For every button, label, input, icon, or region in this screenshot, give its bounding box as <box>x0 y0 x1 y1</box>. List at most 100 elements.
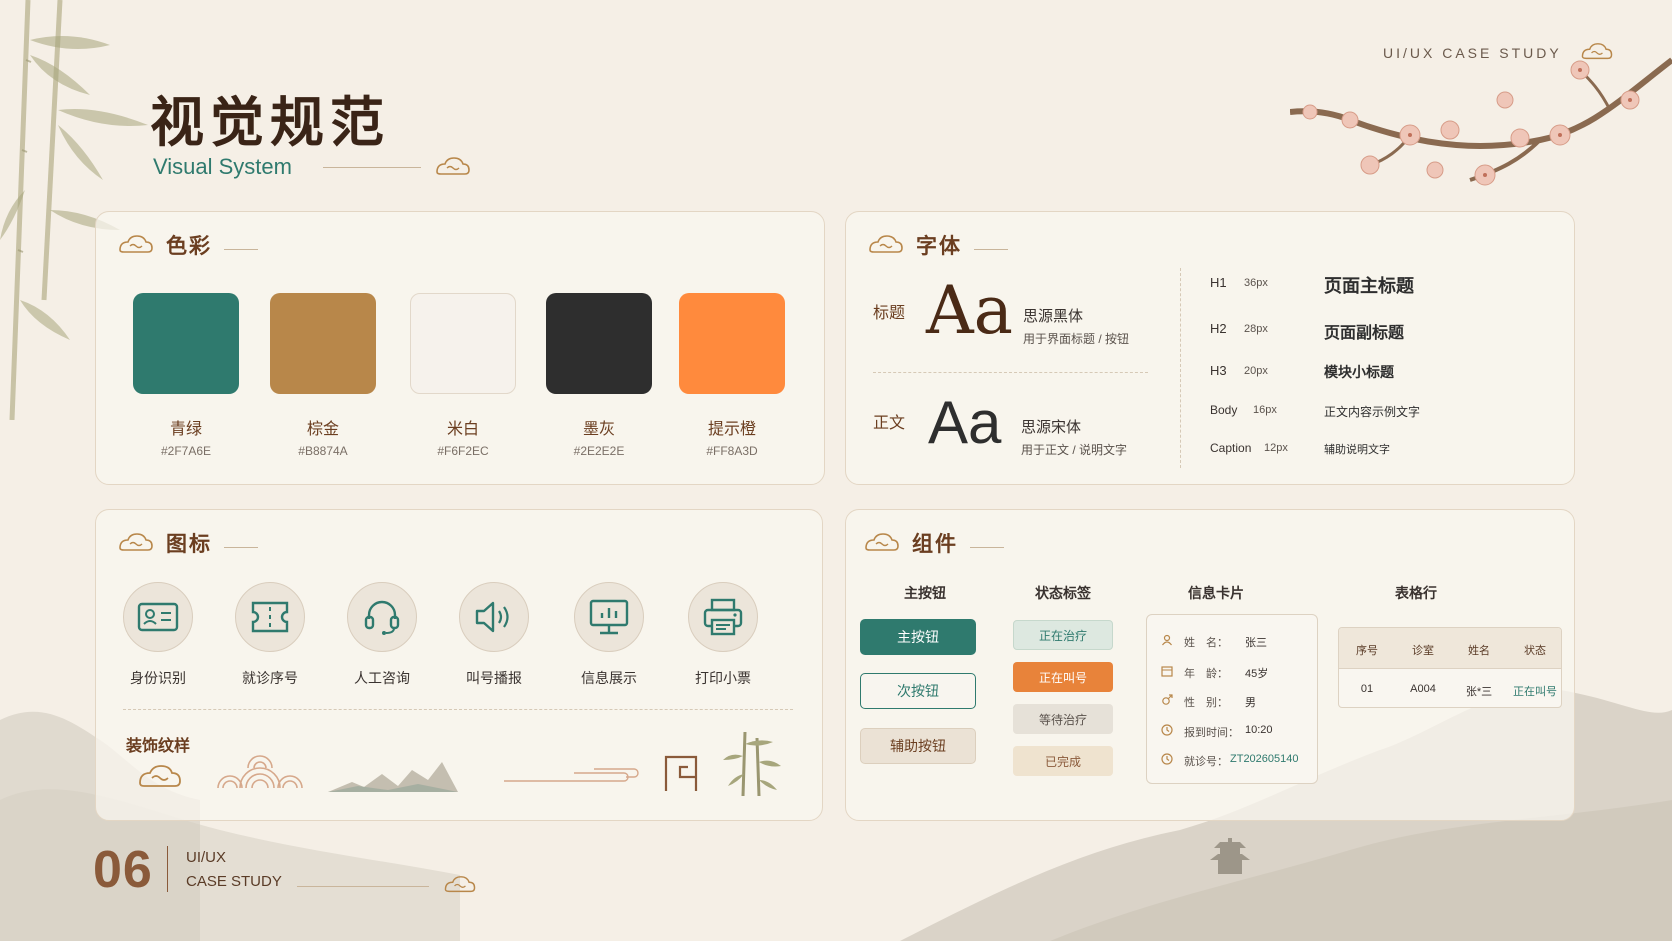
swatch-name: 青绿 <box>169 421 202 438</box>
font-sample-name: 思源宋体 <box>1021 419 1082 436</box>
cloud-icon <box>119 235 153 253</box>
monitor-chart-icon <box>574 582 644 652</box>
swatch-name: 墨灰 <box>582 421 615 438</box>
icon-label: 打印小票 <box>695 670 751 686</box>
icon-label: 人工咨询 <box>354 670 410 686</box>
type-level: H1 <box>1210 275 1227 290</box>
colors-section-title: 色彩 <box>116 230 258 260</box>
cloud-icon <box>1581 43 1613 60</box>
bamboo-pattern-icon <box>723 731 781 796</box>
font-sample-usage: 用于正文 / 说明文字 <box>1021 443 1128 457</box>
page-number: 06 <box>93 841 153 899</box>
clock-icon <box>1161 724 1173 736</box>
swatch-hex: #2F7A6E <box>160 444 212 458</box>
status-badge-treating: 正在治疗 <box>1013 620 1113 650</box>
title-underline <box>970 546 1004 548</box>
type-level: H2 <box>1210 321 1227 336</box>
icons-panel: 图标 身份识别 就诊序号 人工咨询 叫号播报 信息展示 打印小票 装饰纹样 <box>95 509 823 821</box>
font-sample-label: 标题 <box>873 305 906 322</box>
cloud-icon <box>436 157 470 175</box>
table-header-cell: 诊室 <box>1412 645 1434 657</box>
font-sample-glyph: Aa <box>928 389 1002 456</box>
table-cell: A004 <box>1410 683 1436 695</box>
cloud-icon <box>869 235 903 253</box>
type-level: Body <box>1210 403 1238 417</box>
footer-line2: CASE STUDY <box>186 873 282 890</box>
icons-title-text: 图标 <box>166 531 212 556</box>
type-size: 28px <box>1244 323 1268 335</box>
card-row-label: 报到时间： <box>1184 727 1239 739</box>
swatch-name: 棕金 <box>306 421 339 438</box>
font-sample-label: 正文 <box>873 415 906 432</box>
table-column-header: 表格行 <box>1395 585 1437 601</box>
buttons-column-header: 主按钮 <box>904 585 946 601</box>
type-size: 20px <box>1244 365 1268 377</box>
font-sample-usage: 用于界面标题 / 按钮 <box>1023 332 1130 346</box>
primary-button[interactable]: 主按钮 <box>860 619 976 655</box>
footer-line1: UI/UX <box>186 849 227 866</box>
gender-icon <box>1162 694 1173 705</box>
title-underline <box>224 248 258 250</box>
type-level: H3 <box>1210 363 1227 378</box>
page-title: 视觉规范 <box>150 90 390 154</box>
title-underline <box>224 546 258 548</box>
table-cell: 张*三 <box>1465 686 1493 698</box>
pattern-label: 装饰纹样 <box>126 738 191 755</box>
font-sample-glyph: Aa <box>926 272 1014 349</box>
fret-pattern-icon <box>664 755 698 791</box>
cloud-pattern-icon <box>139 765 181 787</box>
type-size: 36px <box>1244 277 1268 289</box>
person-icon <box>1162 634 1172 646</box>
swatch-mibai <box>410 293 516 394</box>
info-card: 姓 名： 张三 年 龄： 45岁 性 别： 男 报到时间： 10:20 就诊号：… <box>1146 614 1318 784</box>
tags-column-header: 状态标签 <box>1035 585 1091 601</box>
card-row-value: 45岁 <box>1245 668 1269 680</box>
icon-label: 就诊序号 <box>242 670 298 686</box>
colors-panel: 色彩 青绿 #2F7A6E 棕金 #B8874A 米白 #F6F2EC 墨灰 #… <box>95 211 825 485</box>
auxiliary-button[interactable]: 辅助按钮 <box>860 728 976 764</box>
table-cell-status: 正在叫号 <box>1513 686 1557 698</box>
cloud-icon <box>119 533 153 551</box>
card-row-label: 年 龄： <box>1184 668 1228 680</box>
icons-divider <box>123 709 793 710</box>
type-example: 辅助说明文字 <box>1324 444 1390 456</box>
card-column-header: 信息卡片 <box>1188 585 1244 601</box>
table-header-cell: 序号 <box>1356 645 1378 657</box>
printer-icon <box>688 582 758 652</box>
swirl-line-pattern-icon <box>504 768 639 782</box>
type-example: 正文内容示例文字 <box>1324 405 1421 419</box>
swatch-hex: #2E2E2E <box>573 444 625 458</box>
status-badge-waiting: 等待治疗 <box>1013 704 1113 734</box>
speaker-icon <box>459 582 529 652</box>
ticket-icon <box>235 582 305 652</box>
icon-label: 身份识别 <box>130 670 186 686</box>
clock-icon <box>1161 753 1173 765</box>
fonts-vertical-divider <box>1180 268 1181 468</box>
secondary-button[interactable]: 次按钮 <box>860 673 976 709</box>
type-size: 12px <box>1264 442 1288 454</box>
cloud-icon <box>444 876 476 893</box>
type-example: 模块小标题 <box>1324 364 1394 380</box>
swatch-name: 米白 <box>446 421 479 438</box>
icon-label: 信息展示 <box>581 670 637 686</box>
headset-icon <box>347 582 417 652</box>
icons-section-title: 图标 <box>116 528 258 558</box>
swatch-hex: #F6F2EC <box>437 444 489 458</box>
case-study-label: UI/UX CASE STUDY <box>1383 45 1562 61</box>
colors-title-text: 色彩 <box>166 233 212 258</box>
swatch-mohui <box>546 293 652 394</box>
type-level: Caption <box>1210 441 1252 455</box>
type-size: 16px <box>1253 404 1277 416</box>
table-header-cell: 姓名 <box>1468 645 1490 657</box>
card-row-label: 就诊号： <box>1184 756 1228 768</box>
components-section-title: 组件 <box>862 528 1004 558</box>
table-sample: 序号 诊室 姓名 状态 01 A004 张*三 正在叫号 <box>1338 627 1562 708</box>
card-row-label: 性 别： <box>1184 697 1228 709</box>
swatch-tishicheng <box>679 293 785 394</box>
icon-label: 叫号播报 <box>466 670 522 686</box>
plum-blossom-branch-decoration <box>1290 57 1672 186</box>
title-underline <box>974 248 1008 250</box>
type-example: 页面副标题 <box>1324 325 1405 342</box>
fonts-title-text: 字体 <box>916 233 962 258</box>
sample-divider <box>873 372 1148 373</box>
